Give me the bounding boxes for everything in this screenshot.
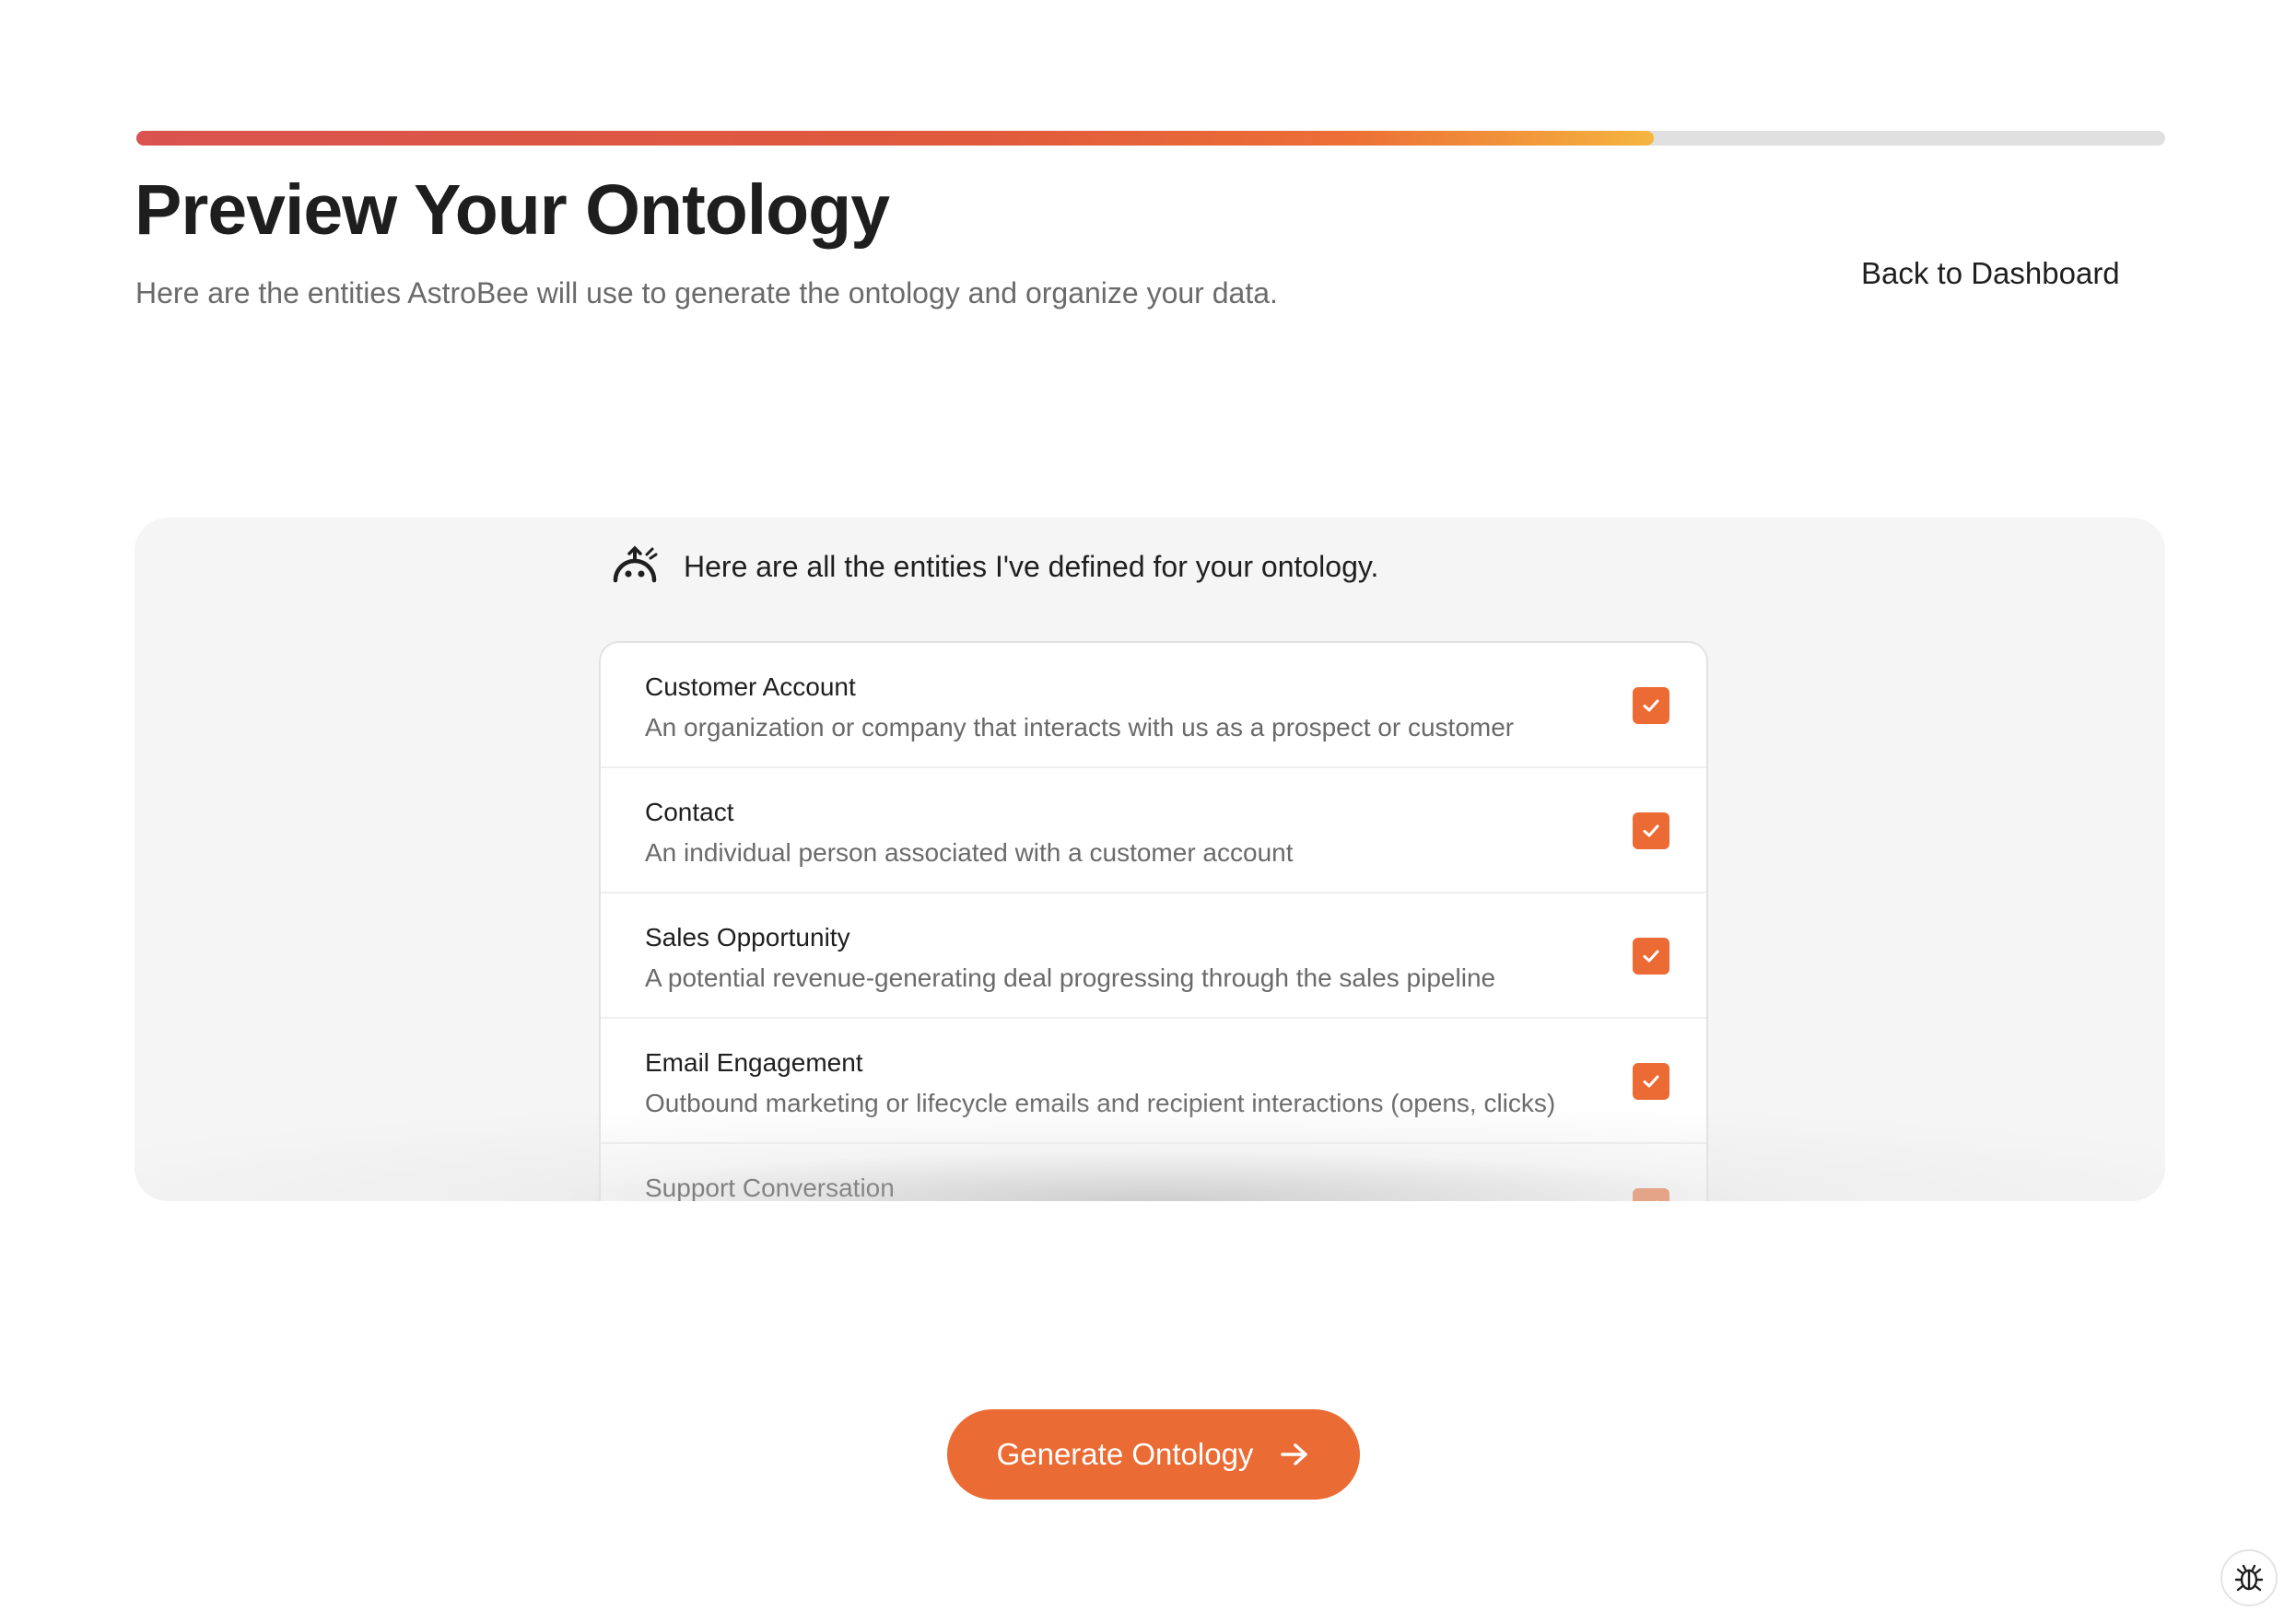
- checkmark-icon: [1643, 824, 1659, 837]
- assistant-message-row: Here are all the entities I've defined f…: [610, 534, 1378, 599]
- generate-ontology-button[interactable]: Generate Ontology: [947, 1409, 1360, 1500]
- checkmark-icon: [1643, 950, 1659, 963]
- back-to-dashboard-link[interactable]: Back to Dashboard: [1861, 256, 2120, 291]
- entity-checkbox[interactable]: [1633, 938, 1669, 975]
- entity-row-email-engagement: Email Engagement Outbound marketing or l…: [601, 1019, 1706, 1144]
- arrow-right-icon: [1279, 1441, 1310, 1468]
- entity-name: Customer Account: [645, 672, 856, 701]
- checkmark-icon: [1643, 1075, 1659, 1088]
- entity-row-contact: Contact An individual person associated …: [601, 768, 1706, 893]
- page-title: Preview Your Ontology: [135, 170, 890, 250]
- checkmark-icon: [1643, 699, 1659, 712]
- entity-name: Email Engagement: [645, 1048, 863, 1077]
- entity-row-customer-account: Customer Account An organization or comp…: [601, 643, 1706, 768]
- entity-name: Sales Opportunity: [645, 923, 850, 952]
- entity-checkbox[interactable]: [1633, 1063, 1669, 1100]
- bug-icon: [2234, 1564, 2264, 1592]
- checkmark-icon: [1656, 1200, 1659, 1201]
- entity-checkbox[interactable]: [1633, 1188, 1669, 1201]
- entity-row-support-conversation: Support Conversation: [601, 1144, 1706, 1201]
- entity-checkbox[interactable]: [1633, 687, 1669, 724]
- entities-panel: Here are all the entities I've defined f…: [135, 518, 2165, 1201]
- entity-name: Contact: [645, 798, 734, 826]
- entity-row-sales-opportunity: Sales Opportunity A potential revenue-ge…: [601, 893, 1706, 1019]
- page-subtitle: Here are the entities AstroBee will use …: [135, 276, 1278, 309]
- progress-bar: [136, 131, 2165, 146]
- assistant-message: Here are all the entities I've defined f…: [684, 549, 1379, 583]
- entity-list: Customer Account An organization or comp…: [599, 641, 1708, 1201]
- generate-ontology-label: Generate Ontology: [996, 1437, 1254, 1471]
- entity-name: Support Conversation: [645, 1173, 895, 1201]
- entity-checkbox[interactable]: [1633, 812, 1669, 849]
- entity-description: An organization or company that interact…: [645, 713, 1515, 741]
- entity-description: Outbound marketing or lifecycle emails a…: [645, 1089, 1556, 1117]
- page: Preview Your Ontology Here are the entit…: [0, 0, 2296, 1623]
- astrobee-icon: [610, 545, 660, 588]
- entity-description: A potential revenue-generating deal prog…: [645, 963, 1496, 992]
- entity-description: An individual person associated with a c…: [645, 838, 1294, 867]
- progress-bar-fill: [136, 131, 1655, 146]
- debug-button[interactable]: [2220, 1549, 2278, 1606]
